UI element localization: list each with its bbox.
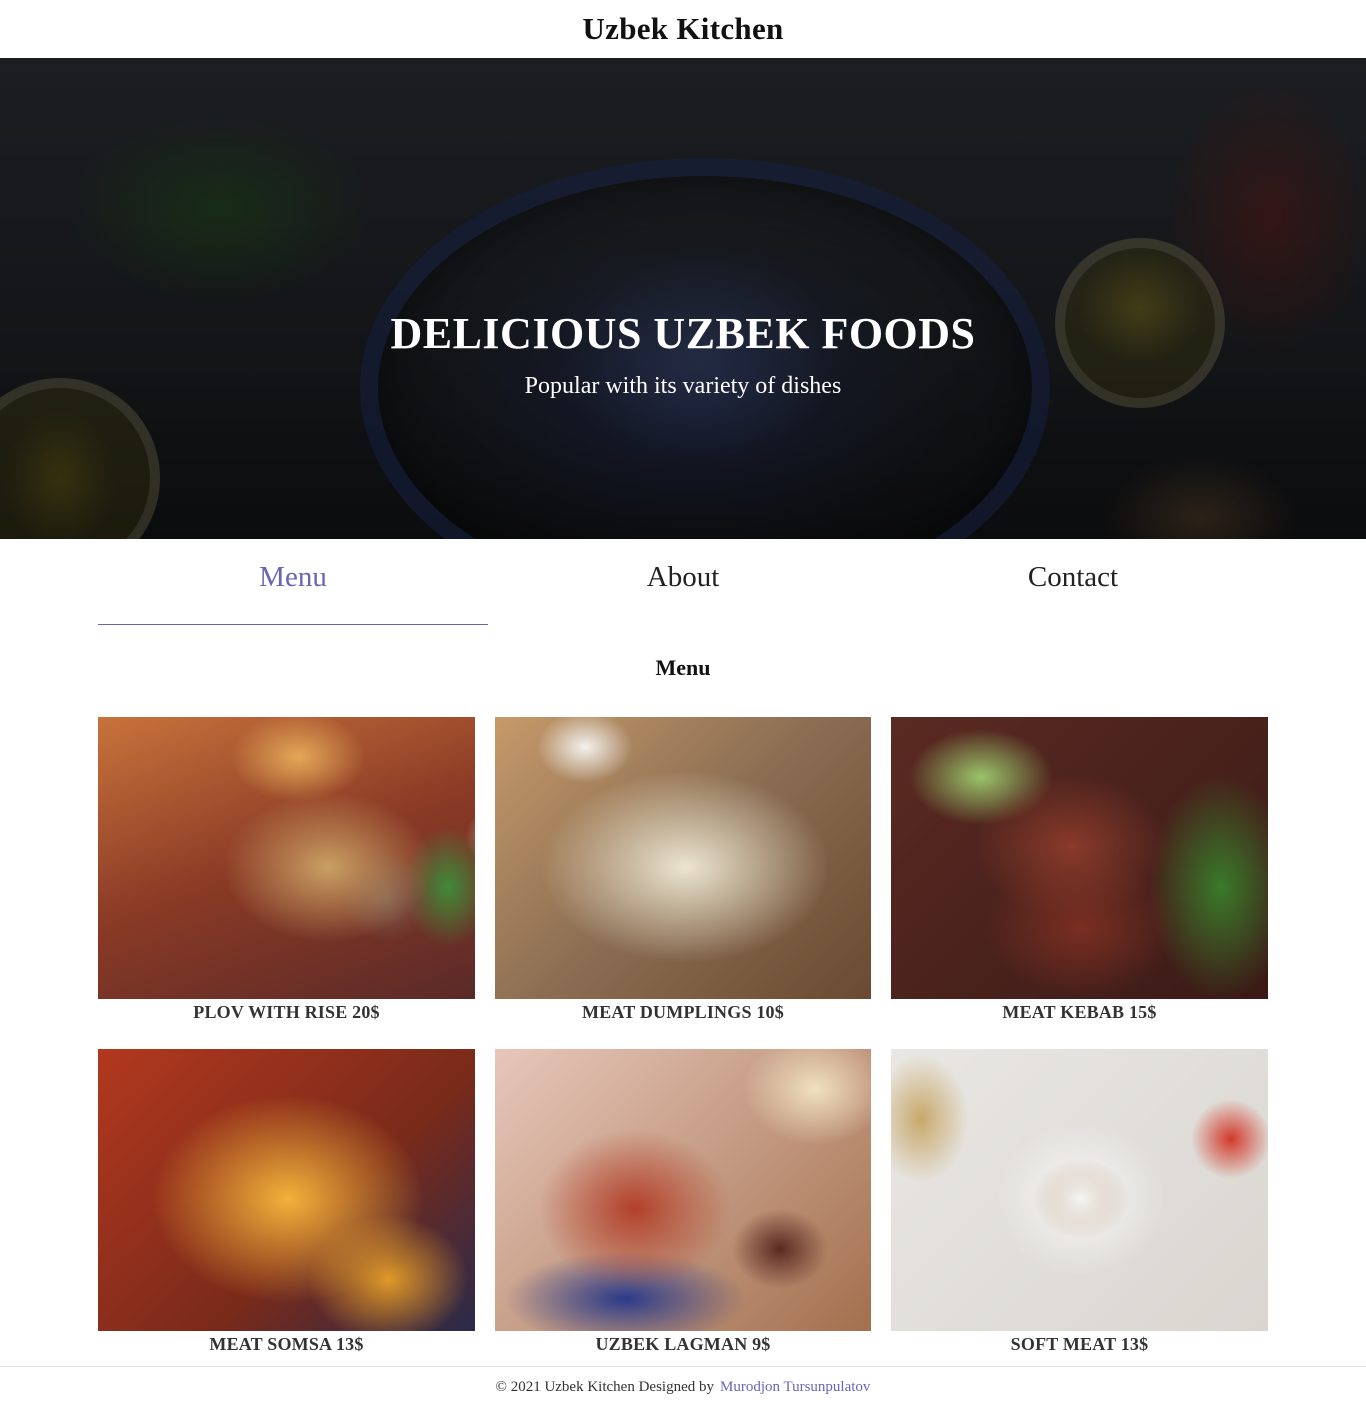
site-footer: © 2021 Uzbek Kitchen Designed by Murodjo… xyxy=(0,1366,1366,1407)
site-title: Uzbek Kitchen xyxy=(582,11,784,46)
footer-copyright: © 2021 Uzbek Kitchen Designed by xyxy=(495,1378,714,1395)
menu-item-dumplings[interactable]: MEAT DUMPLINGS 10$ xyxy=(495,717,871,1029)
tab-contact[interactable]: Contact xyxy=(878,539,1268,625)
soft-meat-image xyxy=(891,1049,1268,1331)
menu-item-soft-meat[interactable]: SOFT MEAT 13$ xyxy=(891,1049,1268,1361)
menu-item-lagman[interactable]: UZBEK LAGMAN 9$ xyxy=(495,1049,871,1361)
menu-item-plov[interactable]: PLOV WITH RISE 20$ xyxy=(98,717,475,1029)
menu-item-label: PLOV WITH RISE 20$ xyxy=(193,1002,380,1022)
hero-overlay xyxy=(0,58,1366,539)
plov-image xyxy=(98,717,475,999)
menu-item-label: SOFT MEAT 13$ xyxy=(1010,1334,1149,1354)
hero-text: DELICIOUS UZBEK FOODS Popular with its v… xyxy=(0,308,1366,400)
tab-menu[interactable]: Menu xyxy=(98,539,488,625)
hero-subheading: Popular with its variety of dishes xyxy=(524,373,842,399)
menu-section-title: Menu xyxy=(655,655,711,680)
menu-item-somsa[interactable]: MEAT SOMSA 13$ xyxy=(98,1049,475,1361)
tab-about[interactable]: About xyxy=(488,539,878,625)
somsa-image xyxy=(98,1049,475,1331)
kebab-image xyxy=(891,717,1268,999)
menu-item-label: UZBEK LAGMAN 9$ xyxy=(595,1334,771,1354)
menu-item-label: MEAT KEBAB 15$ xyxy=(1002,1002,1157,1022)
menu-item-label: MEAT SOMSA 13$ xyxy=(209,1334,364,1354)
site-header: Uzbek Kitchen xyxy=(0,0,1366,58)
dumplings-image xyxy=(495,717,871,999)
tab-bar: Menu About Contact xyxy=(98,539,1268,625)
footer-author-link[interactable]: Murodjon Tursunpulatov xyxy=(720,1379,870,1396)
lagman-image xyxy=(495,1049,871,1331)
menu-item-label: MEAT DUMPLINGS 10$ xyxy=(582,1002,784,1022)
hero-banner: DELICIOUS UZBEK FOODS Popular with its v… xyxy=(0,58,1366,539)
menu-item-kebab[interactable]: MEAT KEBAB 15$ xyxy=(891,717,1268,1029)
menu-grid: PLOV WITH RISE 20$ MEAT DUMPLINGS 10$ ME… xyxy=(98,717,1268,1361)
hero-heading: DELICIOUS UZBEK FOODS xyxy=(390,309,976,358)
